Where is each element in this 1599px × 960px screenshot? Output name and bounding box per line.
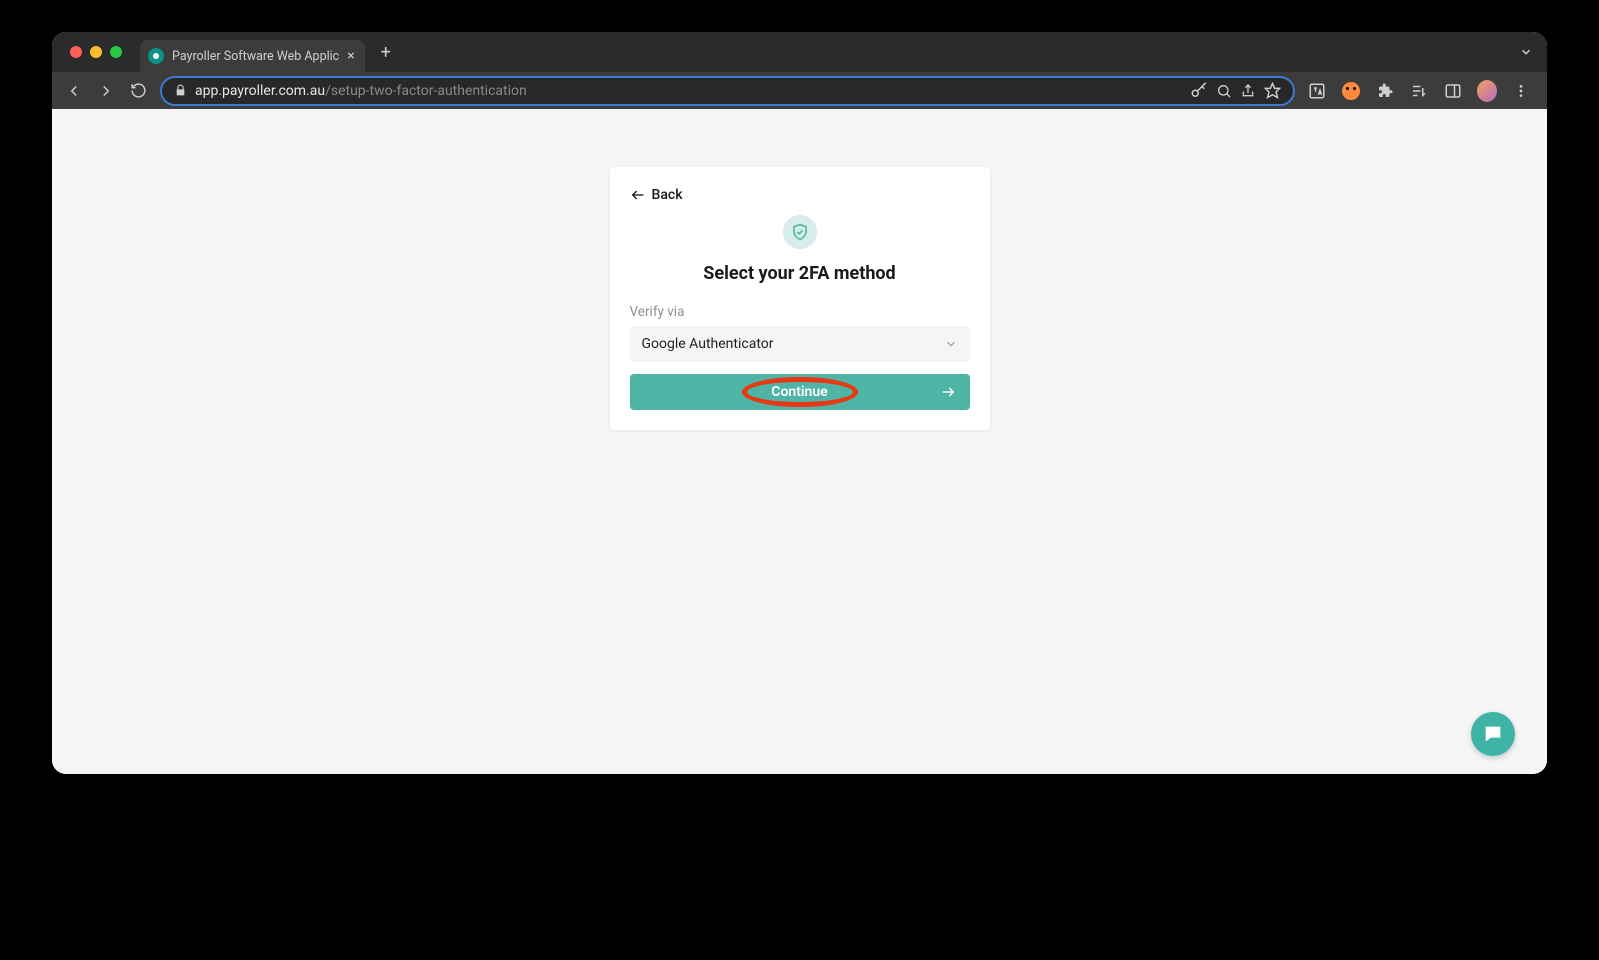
chevron-down-icon xyxy=(944,337,958,351)
reading-list-icon[interactable] xyxy=(1409,81,1429,101)
chat-support-button[interactable] xyxy=(1471,712,1515,756)
browser-menu-icon[interactable] xyxy=(1511,81,1531,101)
extension-translate-icon[interactable] xyxy=(1307,81,1327,101)
tabs-dropdown-icon[interactable] xyxy=(1519,45,1533,59)
shield-check-icon xyxy=(783,215,817,249)
nav-back-icon[interactable] xyxy=(64,81,84,101)
side-panel-icon[interactable] xyxy=(1443,81,1463,101)
arrow-left-icon xyxy=(630,187,646,203)
extension-face-icon[interactable] xyxy=(1341,81,1361,101)
share-icon[interactable] xyxy=(1240,83,1256,99)
url-bar[interactable]: app.payroller.com.au/setup-two-factor-au… xyxy=(160,76,1295,106)
arrow-right-icon xyxy=(940,384,956,400)
chat-icon xyxy=(1482,723,1504,745)
reload-icon[interactable] xyxy=(128,81,148,101)
verify-via-label: Verify via xyxy=(630,304,970,320)
search-icon[interactable] xyxy=(1216,83,1232,99)
browser-toolbar: app.payroller.com.au/setup-two-factor-au… xyxy=(52,72,1547,109)
select-value: Google Authenticator xyxy=(642,336,774,352)
bookmark-star-icon[interactable] xyxy=(1264,82,1281,99)
profile-avatar[interactable] xyxy=(1477,81,1497,101)
tab-bar: Payroller Software Web Applic × + xyxy=(52,32,1547,72)
card-heading: Select your 2FA method xyxy=(630,263,970,284)
window-traffic-lights xyxy=(70,46,122,58)
favicon-icon xyxy=(148,48,164,64)
new-tab-button[interactable]: + xyxy=(375,42,397,63)
key-icon[interactable] xyxy=(1190,82,1208,100)
close-window-button[interactable] xyxy=(70,46,82,58)
continue-label: Continue xyxy=(771,384,827,400)
method-select[interactable]: Google Authenticator xyxy=(630,326,970,362)
lock-icon xyxy=(174,84,187,97)
back-button[interactable]: Back xyxy=(630,187,970,203)
back-label: Back xyxy=(652,187,683,203)
tab-title: Payroller Software Web Applic xyxy=(172,49,339,64)
nav-forward-icon[interactable] xyxy=(96,81,116,101)
url-text: app.payroller.com.au/setup-two-factor-au… xyxy=(195,83,527,99)
two-factor-card: Back Select your 2FA method Verify via G… xyxy=(610,167,990,430)
extensions-puzzle-icon[interactable] xyxy=(1375,81,1395,101)
close-tab-icon[interactable]: × xyxy=(347,48,354,64)
browser-tab[interactable]: Payroller Software Web Applic × xyxy=(140,40,365,72)
minimize-window-button[interactable] xyxy=(90,46,102,58)
continue-button[interactable]: Continue xyxy=(630,374,970,410)
extensions-row xyxy=(1307,81,1535,101)
maximize-window-button[interactable] xyxy=(110,46,122,58)
page-content: Back Select your 2FA method Verify via G… xyxy=(52,109,1547,774)
browser-window: Payroller Software Web Applic × + app.pa… xyxy=(52,32,1547,774)
